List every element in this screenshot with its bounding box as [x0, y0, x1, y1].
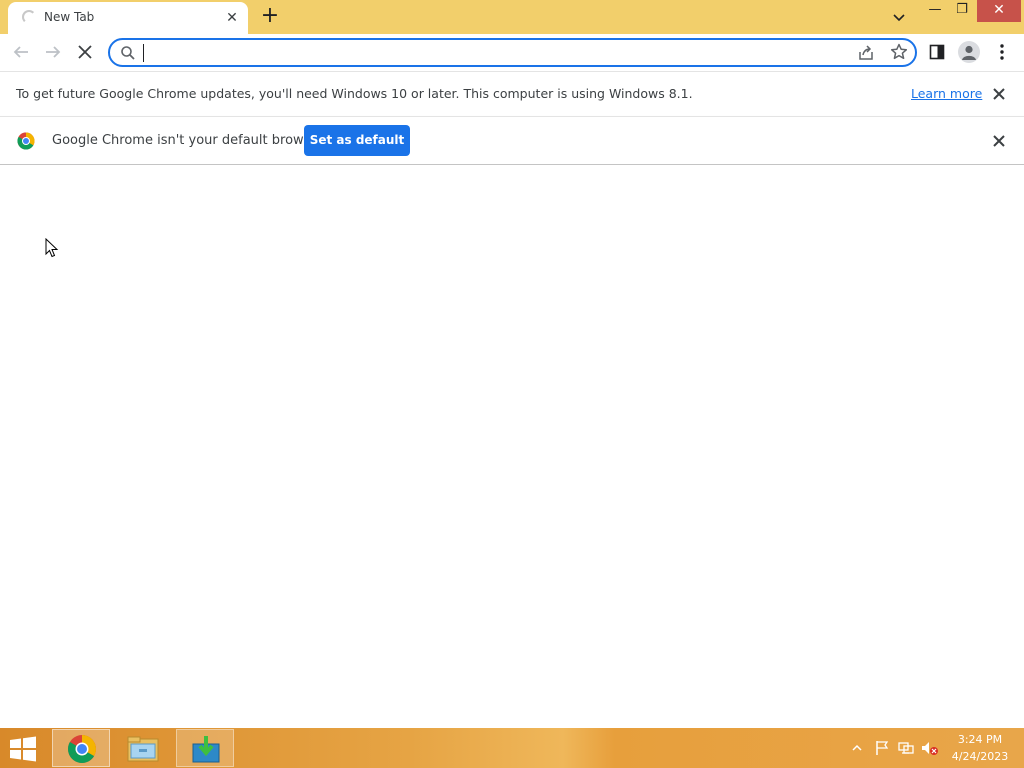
share-icon[interactable]: [857, 44, 875, 62]
default-browser-message: Google Chrome isn't your default browser: [52, 133, 324, 148]
chrome-icon: [68, 735, 96, 763]
profile-avatar[interactable]: [958, 41, 980, 63]
windows-start-icon[interactable]: [8, 736, 38, 762]
back-button[interactable]: [9, 40, 33, 64]
show-hidden-icons-icon[interactable]: [851, 742, 863, 754]
minimize-button[interactable]: —: [920, 0, 950, 22]
tab-title: New Tab: [44, 10, 95, 24]
network-icon[interactable]: [898, 740, 914, 756]
more-options-icon[interactable]: [993, 41, 1011, 63]
tab-close-icon[interactable]: ✕: [223, 9, 241, 27]
set-as-default-button[interactable]: Set as default: [304, 125, 410, 156]
screen: New Tab ✕ + — ❐ ✕ To get future Google C…: [0, 0, 1024, 768]
update-message: To get future Google Chrome updates, you…: [16, 86, 693, 101]
volume-muted-icon[interactable]: [921, 740, 939, 756]
address-input[interactable]: [142, 43, 842, 63]
chevron-down-icon: [893, 14, 905, 22]
clock-date[interactable]: 4/24/2023: [944, 750, 1016, 763]
toolbar: [0, 34, 1024, 71]
tab-new-tab[interactable]: New Tab ✕: [8, 2, 248, 34]
store-icon: [192, 736, 220, 763]
side-panel-icon[interactable]: [929, 44, 945, 60]
stop-loading-button[interactable]: [73, 40, 97, 64]
close-icon[interactable]: [991, 133, 1007, 149]
taskbar-chrome-button[interactable]: [52, 729, 110, 767]
arrow-left-icon: [13, 46, 28, 58]
update-infobar: To get future Google Chrome updates, you…: [0, 71, 1024, 116]
search-icon: [121, 46, 135, 60]
new-tab-button[interactable]: +: [258, 5, 282, 29]
page-content: [0, 165, 1024, 728]
taskbar-store-button[interactable]: [176, 729, 234, 767]
mouse-cursor-icon: [45, 238, 59, 258]
learn-more-link[interactable]: Learn more: [911, 86, 982, 101]
text-caret: [143, 44, 144, 62]
tab-strip: New Tab ✕ + — ❐ ✕: [0, 0, 1024, 34]
taskbar: 3:24 PM 4/24/2023: [0, 728, 1024, 768]
forward-button[interactable]: [41, 40, 65, 64]
close-icon[interactable]: [991, 86, 1007, 102]
bookmark-star-icon[interactable]: [890, 43, 908, 61]
tab-search-button[interactable]: [888, 6, 910, 28]
default-browser-infobar: Google Chrome isn't your default browser…: [0, 116, 1024, 165]
chrome-logo-icon: [17, 132, 35, 150]
close-icon: [78, 45, 92, 59]
arrow-right-icon: [46, 46, 61, 58]
restore-button[interactable]: ❐: [947, 0, 977, 22]
window-close-button[interactable]: ✕: [977, 0, 1021, 22]
clock-time[interactable]: 3:24 PM: [944, 733, 1016, 746]
person-icon: [962, 45, 976, 60]
taskbar-explorer-button[interactable]: [114, 729, 172, 767]
address-bar[interactable]: [108, 38, 917, 67]
action-center-flag-icon[interactable]: [874, 740, 890, 756]
loading-spinner-icon: [22, 10, 36, 24]
file-explorer-icon: [127, 736, 159, 762]
